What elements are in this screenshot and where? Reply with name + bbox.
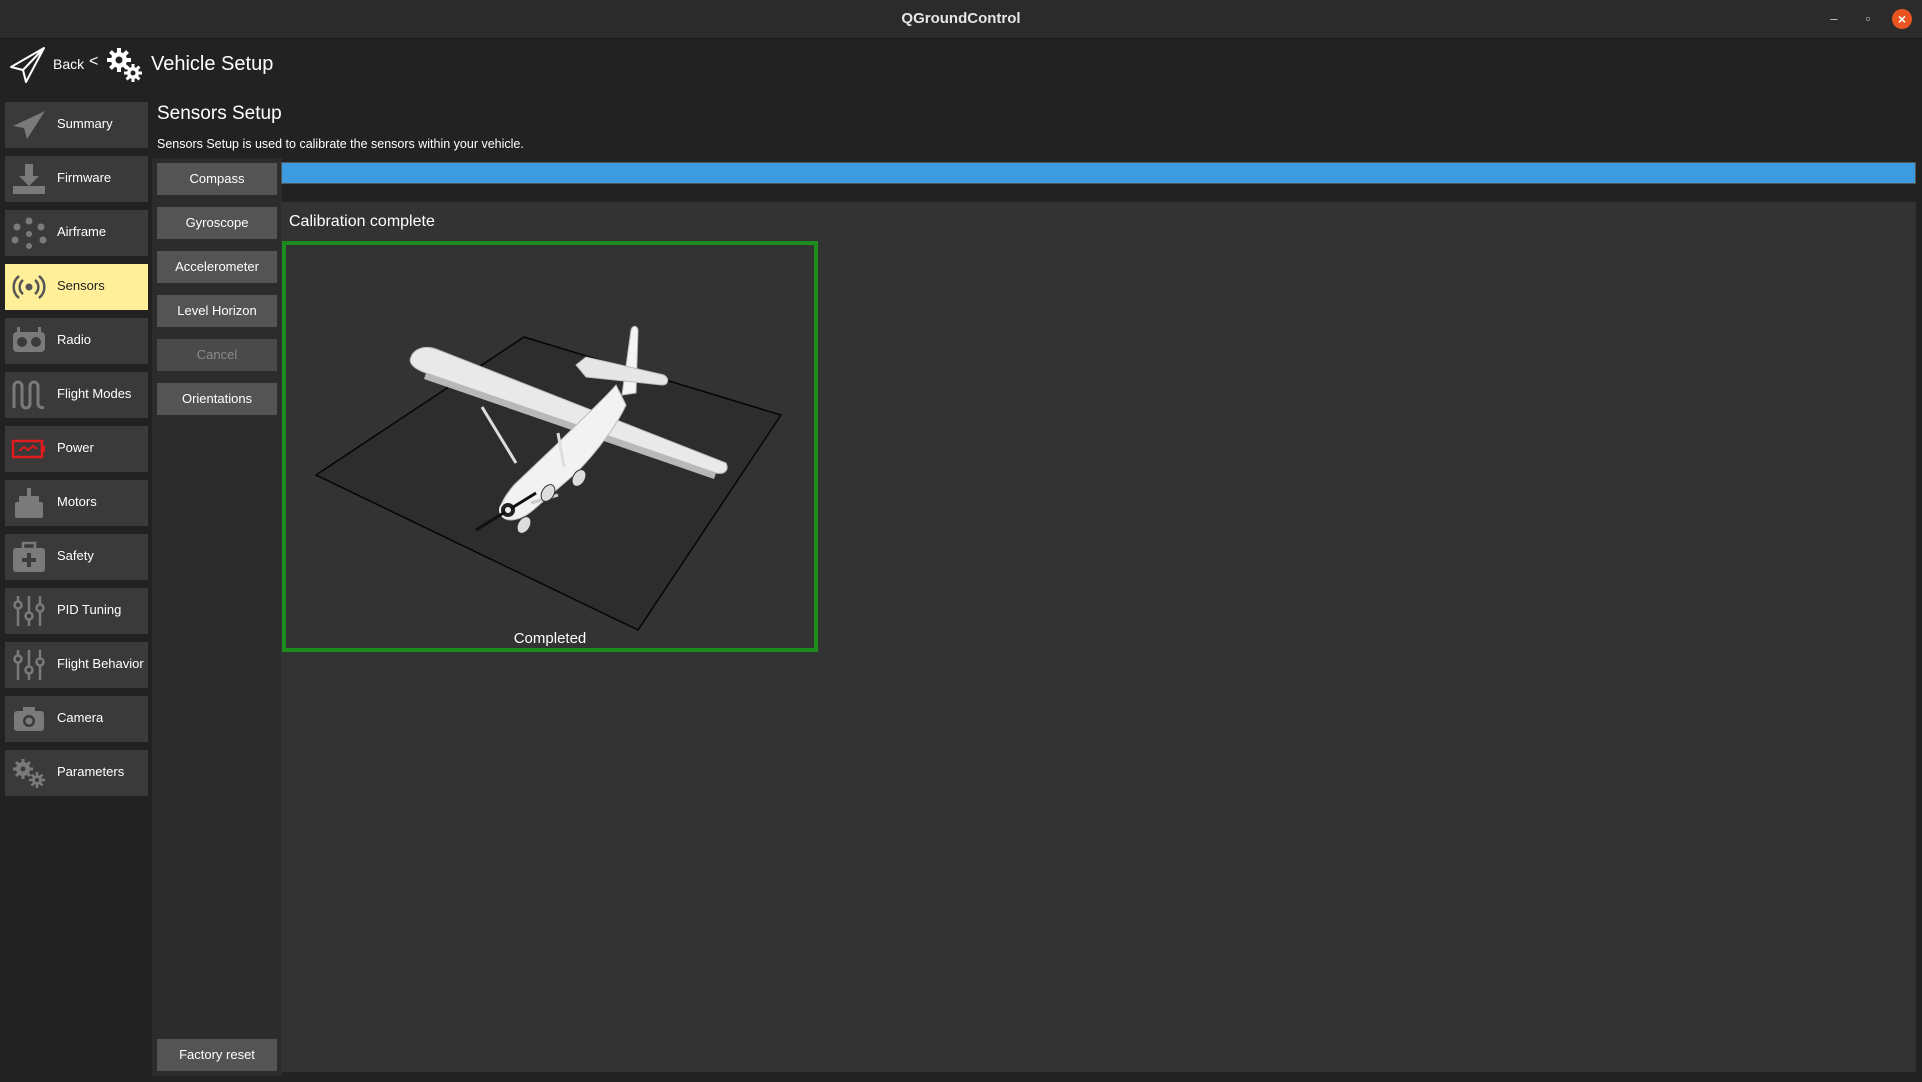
cancel-button[interactable]: Cancel bbox=[157, 339, 277, 371]
sidebar-item-label: Motors bbox=[57, 494, 97, 509]
calibration-status: Calibration complete bbox=[289, 213, 435, 230]
sidebar-item-label: Radio bbox=[57, 332, 91, 347]
sidebar-item-label: Sensors bbox=[57, 278, 105, 293]
motor-icon bbox=[15, 488, 43, 518]
sidebar-item-camera[interactable]: Camera bbox=[5, 696, 148, 742]
sidebar-item-motors[interactable]: Motors bbox=[5, 480, 148, 526]
sidebar-item-label: Flight Behavior bbox=[57, 656, 144, 671]
paper-plane-icon bbox=[13, 111, 45, 139]
sidebar-item-label: Camera bbox=[57, 710, 104, 725]
sidebar-item-radio[interactable]: Radio bbox=[5, 318, 148, 364]
sidebar-item-firmware[interactable]: Firmware bbox=[5, 156, 148, 202]
sidebar-item-label: Power bbox=[57, 440, 94, 455]
calibration-progress-fill bbox=[282, 163, 1915, 183]
camera-icon bbox=[14, 707, 44, 731]
window-titlebar: QGroundControl – ▫ × bbox=[0, 0, 1922, 39]
toolbar: Back < Vehicle Setup bbox=[0, 39, 1922, 91]
level-horizon-button[interactable]: Level Horizon bbox=[157, 295, 277, 327]
sidebar-item-label: Parameters bbox=[57, 764, 125, 779]
sidebar-item-pid-tuning[interactable]: PID Tuning bbox=[5, 588, 148, 634]
sidebar-item-airframe[interactable]: Airframe bbox=[5, 210, 148, 256]
first-aid-icon bbox=[13, 541, 45, 572]
gyroscope-button[interactable]: Gyroscope bbox=[157, 207, 277, 239]
sliders-icon bbox=[13, 650, 45, 680]
compass-button[interactable]: Compass bbox=[157, 163, 277, 195]
sidebar-item-label: PID Tuning bbox=[57, 602, 122, 617]
gears-icon bbox=[13, 759, 45, 788]
sensors-description: Sensors Setup is used to calibrate the s… bbox=[157, 137, 524, 151]
sidebar-item-power[interactable]: Power bbox=[5, 426, 148, 472]
accelerometer-button[interactable]: Accelerometer bbox=[157, 251, 277, 283]
wave-icon bbox=[12, 380, 45, 410]
maximize-button[interactable]: ▫ bbox=[1858, 9, 1878, 29]
sidebar-item-sensors[interactable]: Sensors bbox=[5, 264, 148, 310]
battery-icon bbox=[11, 439, 45, 459]
paper-plane-icon[interactable] bbox=[8, 45, 48, 85]
sidebar-item-parameters[interactable]: Parameters bbox=[5, 750, 148, 796]
radio-waves-icon bbox=[12, 275, 46, 299]
sidebar-item-flight-behavior[interactable]: Flight Behavior bbox=[5, 642, 148, 688]
calibration-image-box: Completed bbox=[282, 241, 818, 652]
window-title: QGroundControl bbox=[901, 10, 1021, 27]
calibration-completed-label: Completed bbox=[513, 630, 587, 647]
sidebar-item-label: Firmware bbox=[57, 170, 112, 185]
sidebar-item-label: Flight Modes bbox=[57, 386, 132, 401]
orientations-button[interactable]: Orientations bbox=[157, 383, 277, 415]
factory-reset-button[interactable]: Factory reset bbox=[157, 1039, 277, 1071]
minimize-button[interactable]: – bbox=[1824, 9, 1844, 29]
sidebar-item-label: Airframe bbox=[57, 224, 107, 239]
radio-controller-icon bbox=[13, 327, 45, 352]
page-title: Vehicle Setup bbox=[151, 53, 274, 75]
airplane-on-plate-image bbox=[314, 325, 783, 631]
sidebar-item-summary[interactable]: Summary bbox=[5, 102, 148, 148]
calibration-progress-bar bbox=[281, 162, 1916, 184]
back-button[interactable]: Back bbox=[53, 56, 84, 72]
airframe-dots-icon bbox=[11, 217, 47, 249]
sidebar-item-safety[interactable]: Safety bbox=[5, 534, 148, 580]
sidebar-item-label: Summary bbox=[57, 116, 113, 131]
close-button[interactable]: × bbox=[1892, 9, 1912, 29]
sidebar-item-flight-modes[interactable]: Flight Modes bbox=[5, 372, 148, 418]
sensors-title: Sensors Setup bbox=[157, 103, 282, 124]
breadcrumb-separator: < bbox=[89, 53, 99, 70]
sliders-icon bbox=[13, 596, 45, 626]
sidebar-item-label: Safety bbox=[57, 548, 94, 563]
gear-icon bbox=[107, 48, 142, 82]
download-icon bbox=[13, 164, 45, 194]
